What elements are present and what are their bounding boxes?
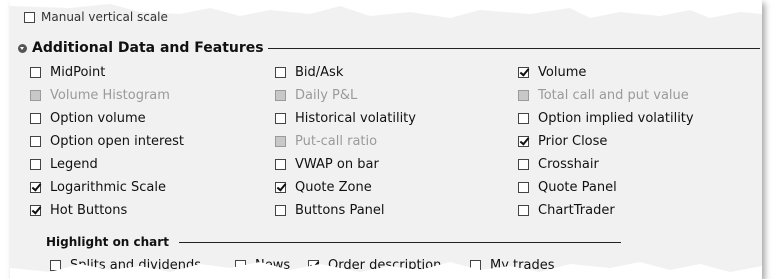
buttons-panel-label: Buttons Panel [295, 202, 385, 218]
vwap-on-bar-checkbox[interactable] [275, 158, 286, 170]
midpoint-label: MidPoint [50, 64, 106, 80]
feature-historical-volatility[interactable]: Historical volatility [275, 109, 416, 127]
quote-zone-checkbox[interactable] [275, 181, 286, 193]
manual-vertical-scale-checkbox[interactable] [24, 11, 35, 23]
option-volume-checkbox[interactable] [30, 112, 41, 124]
legend-checkbox[interactable] [30, 158, 41, 170]
logarithmic-scale-label: Logarithmic Scale [50, 179, 167, 195]
volume-histogram-label: Volume Histogram [50, 87, 170, 103]
option-implied-volatility-label: Option implied volatility [538, 110, 694, 126]
volume-label: Volume [538, 64, 587, 80]
option-open-interest-label: Option open interest [50, 133, 184, 149]
volume-checkbox[interactable] [518, 66, 529, 78]
collapse-chevron-icon[interactable] [18, 43, 27, 53]
section-title: Additional Data and Features [32, 40, 264, 56]
legend-label: Legend [50, 156, 98, 172]
historical-volatility-label: Historical volatility [295, 110, 416, 126]
volume-histogram-checkbox [30, 89, 41, 101]
feature-volume-histogram: Volume Histogram [30, 86, 170, 104]
feature-daily-p-l: Daily P&L [275, 86, 357, 104]
historical-volatility-checkbox[interactable] [275, 112, 286, 124]
buttons-panel-checkbox[interactable] [275, 204, 286, 216]
logarithmic-scale-checkbox[interactable] [30, 181, 41, 193]
quote-zone-label: Quote Zone [295, 179, 372, 195]
feature-charttrader[interactable]: ChartTrader [518, 201, 615, 219]
feature-quote-zone[interactable]: Quote Zone [275, 178, 372, 196]
total-call-and-put-value-checkbox [518, 89, 529, 101]
feature-option-open-interest[interactable]: Option open interest [30, 132, 184, 150]
feature-bid-ask[interactable]: Bid/Ask [275, 63, 343, 81]
feature-option-implied-volatility[interactable]: Option implied volatility [518, 109, 694, 127]
feature-total-call-and-put-value: Total call and put value [518, 86, 689, 104]
highlight-divider [178, 241, 621, 243]
settings-panel: Manual vertical scale Additional Data an… [10, 0, 762, 279]
highlight-title: Highlight on chart [46, 235, 169, 249]
additional-data-section-header[interactable]: Additional Data and Features [18, 38, 760, 58]
vwap-on-bar-label: VWAP on bar [295, 156, 379, 172]
feature-buttons-panel[interactable]: Buttons Panel [275, 201, 385, 219]
put-call-ratio-label: Put-call ratio [295, 133, 378, 149]
daily-p-l-label: Daily P&L [295, 87, 358, 103]
prior-close-checkbox[interactable] [518, 135, 529, 147]
feature-hot-buttons[interactable]: Hot Buttons [30, 201, 127, 219]
charttrader-label: ChartTrader [538, 202, 615, 218]
put-call-ratio-checkbox [275, 135, 286, 147]
quote-panel-checkbox[interactable] [518, 181, 529, 193]
feature-legend[interactable]: Legend [30, 155, 98, 173]
total-call-and-put-value-label: Total call and put value [538, 87, 689, 103]
quote-panel-label: Quote Panel [538, 179, 617, 195]
option-open-interest-checkbox[interactable] [30, 135, 41, 147]
daily-p-l-checkbox [275, 89, 286, 101]
crosshair-checkbox[interactable] [518, 158, 529, 170]
bid-ask-checkbox[interactable] [275, 66, 286, 78]
crosshair-label: Crosshair [538, 156, 599, 172]
feature-put-call-ratio: Put-call ratio [275, 132, 377, 150]
feature-volume[interactable]: Volume [518, 63, 586, 81]
option-implied-volatility-checkbox[interactable] [518, 112, 529, 124]
manual-vertical-scale-row[interactable]: Manual vertical scale [24, 10, 168, 24]
midpoint-checkbox[interactable] [30, 66, 41, 78]
bid-ask-label: Bid/Ask [295, 64, 344, 80]
charttrader-checkbox[interactable] [518, 204, 529, 216]
highlight-on-chart-header: Highlight on chart [46, 234, 746, 250]
feature-vwap-on-bar[interactable]: VWAP on bar [275, 155, 379, 173]
feature-midpoint[interactable]: MidPoint [30, 63, 105, 81]
manual-vertical-scale-label: Manual vertical scale [41, 10, 168, 24]
feature-crosshair[interactable]: Crosshair [518, 155, 599, 173]
feature-logarithmic-scale[interactable]: Logarithmic Scale [30, 178, 166, 196]
section-divider [267, 47, 760, 49]
feature-option-volume[interactable]: Option volume [30, 109, 146, 127]
prior-close-label: Prior Close [538, 133, 608, 149]
hot-buttons-checkbox[interactable] [30, 204, 41, 216]
torn-edge-bottom [10, 262, 762, 279]
hot-buttons-label: Hot Buttons [50, 202, 128, 218]
option-volume-label: Option volume [50, 110, 146, 126]
feature-prior-close[interactable]: Prior Close [518, 132, 607, 150]
feature-quote-panel[interactable]: Quote Panel [518, 178, 617, 196]
